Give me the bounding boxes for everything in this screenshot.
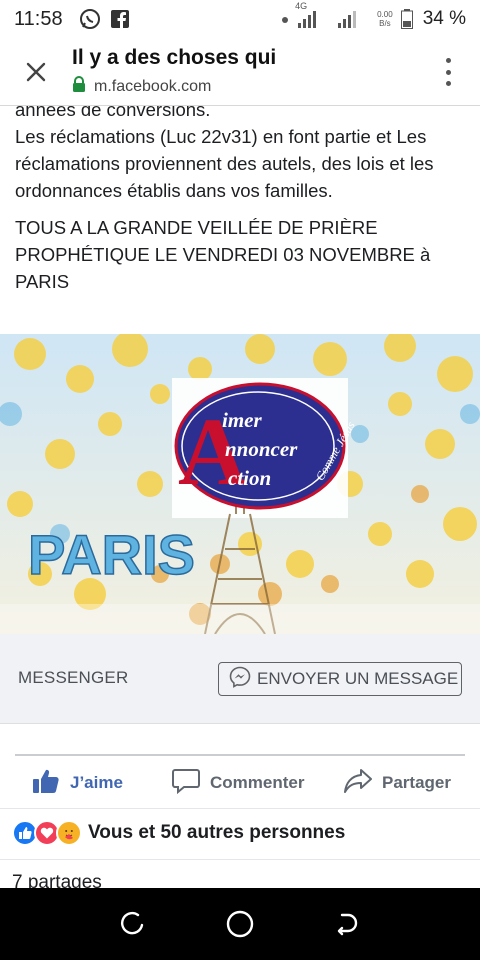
- home-icon[interactable]: [220, 904, 260, 944]
- status-time: 11:58: [14, 7, 63, 30]
- logo-line-2: nnoncer: [225, 437, 298, 461]
- post-text: années de conversions. Les réclamations …: [15, 96, 470, 305]
- action-divider: [15, 754, 465, 756]
- comment-label: Commenter: [210, 773, 305, 792]
- data-speed: 0.00 B/s: [377, 10, 393, 28]
- data-speed-unit: B/s: [379, 19, 391, 28]
- facebook-icon: [110, 10, 129, 28]
- thumbs-up-icon: [32, 768, 60, 799]
- post-paragraph-1: Les réclamations (Luc 22v31) en font par…: [15, 126, 434, 201]
- like-button[interactable]: J’aime: [32, 768, 123, 799]
- share-icon: [344, 768, 372, 799]
- send-message-button[interactable]: ENVOYER UN MESSAGE: [218, 662, 462, 696]
- care-reaction-icon: [56, 820, 82, 846]
- url-row[interactable]: m.facebook.com: [72, 76, 211, 98]
- status-bar: 11:58 4G 0.00 B/s 34 %: [0, 0, 480, 38]
- lock-icon: [72, 76, 86, 98]
- browser-header: Il y a des choses qui m.facebook.com: [0, 38, 480, 106]
- separator: [0, 859, 480, 860]
- data-speed-value: 0.00: [377, 10, 393, 19]
- messenger-label: MESSENGER: [18, 668, 129, 687]
- battery-icon: [400, 9, 413, 29]
- comment-icon: [172, 768, 200, 799]
- post-paragraph-2: TOUS A LA GRANDE VEILLÉE DE PRIÈRE PROPH…: [15, 217, 431, 292]
- reactions-summary[interactable]: Vous et 50 autres personnes: [12, 820, 345, 846]
- messenger-strip: MESSENGER ENVOYER UN MESSAGE: [0, 634, 480, 724]
- signal-icon: [337, 9, 359, 29]
- logo-line-1: imer: [222, 408, 262, 432]
- logo-line-3: ction: [228, 466, 271, 490]
- like-label: J’aime: [70, 773, 123, 792]
- reactions-text: Vous et 50 autres personnes: [88, 822, 346, 843]
- page-title: Il y a des choses qui: [72, 46, 277, 69]
- signal-icon: 4G: [295, 1, 319, 29]
- dot-icon: [281, 8, 289, 30]
- whatsapp-icon: [79, 8, 101, 30]
- send-message-label: ENVOYER UN MESSAGE: [257, 669, 459, 688]
- page-url: m.facebook.com: [94, 78, 212, 95]
- comment-button[interactable]: Commenter: [172, 768, 304, 799]
- network-type-label: 4G: [295, 1, 308, 11]
- recents-icon[interactable]: [113, 904, 153, 944]
- reaction-icons: [12, 820, 82, 846]
- separator: [0, 808, 480, 809]
- share-label: Partager: [382, 773, 451, 792]
- close-icon[interactable]: [22, 58, 50, 86]
- system-nav-bar: [0, 888, 480, 960]
- back-icon[interactable]: [327, 904, 367, 944]
- share-button[interactable]: Partager: [344, 768, 451, 799]
- banner-city: PARIS: [28, 523, 195, 586]
- messenger-icon: [229, 666, 251, 693]
- post-actions: J’aime Commenter Partager: [0, 760, 480, 806]
- battery-percent: 34 %: [422, 8, 466, 29]
- more-vert-icon[interactable]: [444, 58, 452, 86]
- post-image[interactable]: A imer nnoncer ction Comme Jésus PARIS: [0, 334, 480, 634]
